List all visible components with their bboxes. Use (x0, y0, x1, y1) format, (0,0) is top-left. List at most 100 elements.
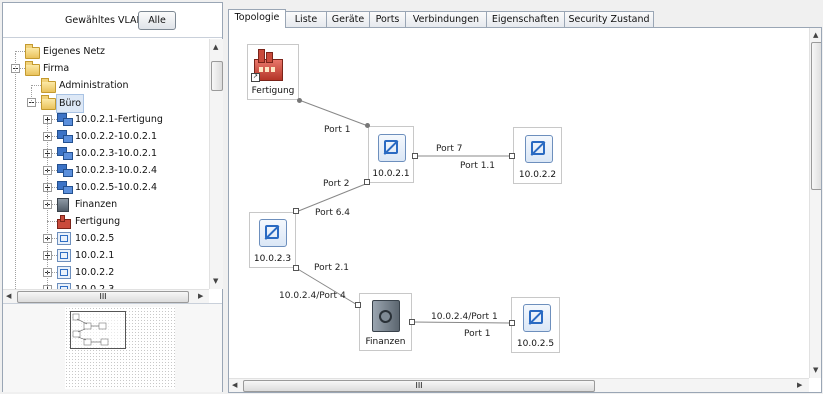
edge-label: 10.0.2.4/Port 4 (279, 291, 346, 301)
folder-icon (41, 94, 57, 111)
switch-icon (57, 247, 73, 264)
tab-security-zustand[interactable]: Security Zustand (564, 11, 654, 27)
node-label: 10.0.2.5 (516, 339, 555, 349)
scroll-left-icon[interactable]: ◀ (6, 292, 11, 300)
scroll-left-icon[interactable]: ◀ (232, 381, 237, 389)
edge-label: Port 1 (464, 329, 491, 339)
edge-label: Port 6.4 (315, 208, 351, 218)
vlan-label: Gewähltes VLAN: (65, 15, 147, 26)
tree-item-label: 10.0.2.1-Fertigung (75, 114, 163, 125)
edge-label: Port 1.1 (460, 161, 496, 171)
tree-item-label: 10.0.2.3-10.0.2.4 (75, 165, 157, 176)
factory-icon: ↗ (251, 49, 283, 82)
tree-item[interactable]: 10.0.2.3 (3, 281, 209, 289)
node-label: Finanzen (365, 337, 406, 347)
tree-item[interactable]: 10.0.2.3-10.0.2.1 (3, 145, 209, 162)
tab-geraete[interactable]: Geräte (326, 11, 370, 27)
tree-item[interactable]: 10.0.2.3-10.0.2.4 (3, 162, 209, 179)
port-anchor[interactable] (509, 153, 515, 159)
network-tree[interactable]: Eigenes Netz Firma Administration Büro 10.0.… (3, 39, 209, 289)
node-label: Fertigung (251, 86, 295, 96)
edge-label: Port 1 (324, 125, 351, 135)
safe-icon (57, 196, 73, 213)
node-fertigung[interactable]: ↗ Fertigung (247, 44, 299, 100)
switch-icon (378, 134, 406, 162)
tree-item-label: 10.0.2.3-10.0.2.1 (75, 148, 157, 159)
tree-vertical-scrollbar[interactable]: ▲ ▼ (209, 39, 223, 289)
folder-icon (41, 77, 57, 94)
overview-viewport[interactable] (70, 311, 126, 349)
tree-item-label: Firma (43, 63, 70, 74)
edge-finanzen-sw5 (411, 321, 514, 324)
tree-item-label: Fertigung (75, 216, 121, 227)
switch-icon (523, 304, 551, 332)
node-label: 10.0.2.1 (372, 169, 410, 179)
tree-item[interactable]: Firma (3, 60, 209, 77)
overview-panel (3, 303, 222, 392)
tree-item[interactable]: 10.0.2.5 (3, 230, 209, 247)
tree-item[interactable]: Eigenes Netz (3, 43, 209, 60)
network-group-icon (57, 145, 73, 162)
scroll-right-icon[interactable]: ▶ (198, 292, 203, 300)
scroll-right-icon[interactable]: ▶ (797, 381, 802, 389)
tree-item-label: 10.0.2.2 (75, 267, 115, 278)
tree-item[interactable]: Büro (3, 94, 209, 113)
node-10-0-2-2[interactable]: 10.0.2.2 (513, 127, 562, 184)
scroll-up-icon[interactable]: ▲ (213, 43, 218, 51)
network-group-icon (57, 179, 73, 196)
topology-canvas[interactable]: ↗ Fertigung 10.0.2.1 10.0.2.2 10.0.2.3 F… (228, 27, 822, 393)
network-group-icon (57, 162, 73, 179)
port-anchor[interactable] (409, 319, 415, 325)
port-anchor[interactable] (355, 302, 361, 308)
scroll-down-icon[interactable]: ▼ (813, 366, 818, 374)
port-anchor[interactable] (297, 98, 302, 103)
edge-label: 10.0.2.4/Port 1 (431, 312, 498, 322)
safe-icon (372, 300, 400, 332)
tree-item-label: Finanzen (75, 199, 118, 210)
port-anchor[interactable] (509, 320, 515, 326)
edge-label: Port 2.1 (314, 263, 350, 273)
node-10-0-2-3[interactable]: 10.0.2.3 (249, 212, 296, 268)
port-anchor[interactable] (293, 265, 299, 271)
port-anchor[interactable] (364, 179, 370, 185)
overview-minimap[interactable] (65, 307, 175, 389)
tree-item[interactable]: Administration (3, 77, 209, 94)
node-label: 10.0.2.2 (518, 170, 557, 180)
tree-item-label: 10.0.2.3 (75, 281, 114, 289)
tab-liste[interactable]: Liste (285, 11, 327, 27)
tree-item[interactable]: 10.0.2.1 (3, 247, 209, 264)
tree-item[interactable]: 10.0.2.5-10.0.2.4 (3, 179, 209, 196)
port-anchor[interactable] (293, 208, 299, 214)
tab-verbindungen[interactable]: Verbindungen (405, 11, 487, 27)
port-anchor[interactable] (365, 123, 370, 128)
tab-ports[interactable]: Ports (369, 11, 406, 27)
scroll-down-icon[interactable]: ▼ (213, 277, 218, 285)
tab-topologie[interactable]: Topologie (228, 9, 286, 28)
node-10-0-2-5[interactable]: 10.0.2.5 (511, 297, 560, 353)
canvas-horizontal-scroll-thumb[interactable]: III (243, 380, 595, 392)
canvas-vertical-scrollbar[interactable]: ▲ ▼ (809, 28, 821, 378)
port-anchor[interactable] (412, 153, 418, 159)
tree-item-label: 10.0.2.5-10.0.2.4 (75, 182, 157, 193)
switch-icon (57, 230, 73, 247)
scroll-up-icon[interactable]: ▲ (813, 31, 818, 39)
tree-item-label: 10.0.2.2-10.0.2.1 (75, 131, 157, 142)
edge-fertigung-sw1 (298, 99, 369, 127)
vlan-bar: Gewähltes VLAN: Alle (3, 3, 222, 38)
tree-horizontal-scroll-thumb[interactable]: III (17, 291, 189, 303)
switch-icon (259, 219, 287, 247)
tab-eigenschaften[interactable]: Eigenschaften (486, 11, 565, 27)
tree-horizontal-scrollbar[interactable]: ◀ III ▶ (3, 289, 209, 303)
tree-item[interactable]: 10.0.2.2-10.0.2.1 (3, 128, 209, 145)
canvas-horizontal-scrollbar[interactable]: ◀ III ▶ (229, 378, 809, 392)
node-finanzen[interactable]: Finanzen (359, 293, 412, 351)
tree-item[interactable]: 10.0.2.1-Fertigung (3, 111, 209, 128)
node-10-0-2-1[interactable]: 10.0.2.1 (368, 126, 414, 183)
tree-item[interactable]: 10.0.2.2 (3, 264, 209, 281)
vlan-select-button[interactable]: Alle (138, 11, 176, 30)
tree-item[interactable]: Finanzen (3, 196, 209, 213)
tree-item-label: Administration (59, 80, 129, 91)
tree-item[interactable]: Fertigung (3, 213, 209, 230)
canvas-vertical-scroll-thumb[interactable] (811, 42, 821, 190)
tree-vertical-scroll-thumb[interactable] (211, 61, 223, 91)
